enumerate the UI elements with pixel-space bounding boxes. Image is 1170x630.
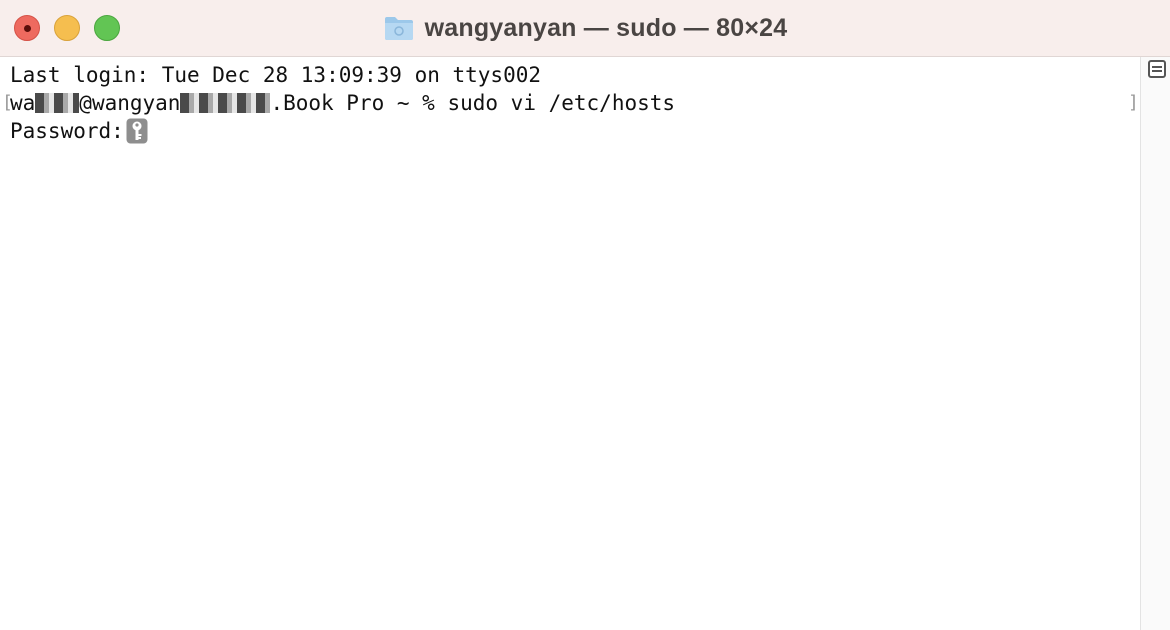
command-line: wa @wangyan .Book Pro ~ % sudo vi /etc/hos… bbox=[10, 89, 675, 117]
marks-icon[interactable] bbox=[1148, 60, 1166, 78]
last-login-line: Last login: Tue Dec 28 13:09:39 on ttys0… bbox=[10, 63, 542, 87]
password-label: Password: bbox=[10, 119, 124, 143]
typed-command: ~ % sudo vi /etc/hosts bbox=[384, 91, 676, 115]
scrollbar[interactable] bbox=[1140, 57, 1170, 630]
prompt-host-start: @wangyan bbox=[79, 91, 181, 115]
prompt-host-end: .Book Pro bbox=[270, 91, 385, 115]
folder-icon bbox=[384, 17, 413, 40]
terminal-content[interactable]: Last login: Tue Dec 28 13:09:39 on ttys0… bbox=[0, 57, 1140, 630]
redacted-hostname bbox=[180, 93, 271, 113]
window-title-group: wangyanyan — sudo — 80×24 bbox=[0, 0, 1170, 56]
window-title: wangyanyan — sudo — 80×24 bbox=[424, 13, 788, 42]
terminal-window: wangyanyan — sudo — 80×24 Last login: Tu… bbox=[0, 0, 1170, 630]
prompt-user-start: wa bbox=[10, 91, 36, 115]
password-line: Password: bbox=[10, 117, 148, 145]
marks-bar-bottom bbox=[1152, 70, 1162, 72]
key-icon bbox=[126, 118, 148, 144]
marks-bar-top bbox=[1152, 66, 1162, 68]
mark-bracket-right: ] bbox=[1128, 92, 1139, 113]
redacted-username bbox=[35, 93, 80, 113]
title-bar[interactable]: wangyanyan — sudo — 80×24 bbox=[0, 0, 1170, 57]
